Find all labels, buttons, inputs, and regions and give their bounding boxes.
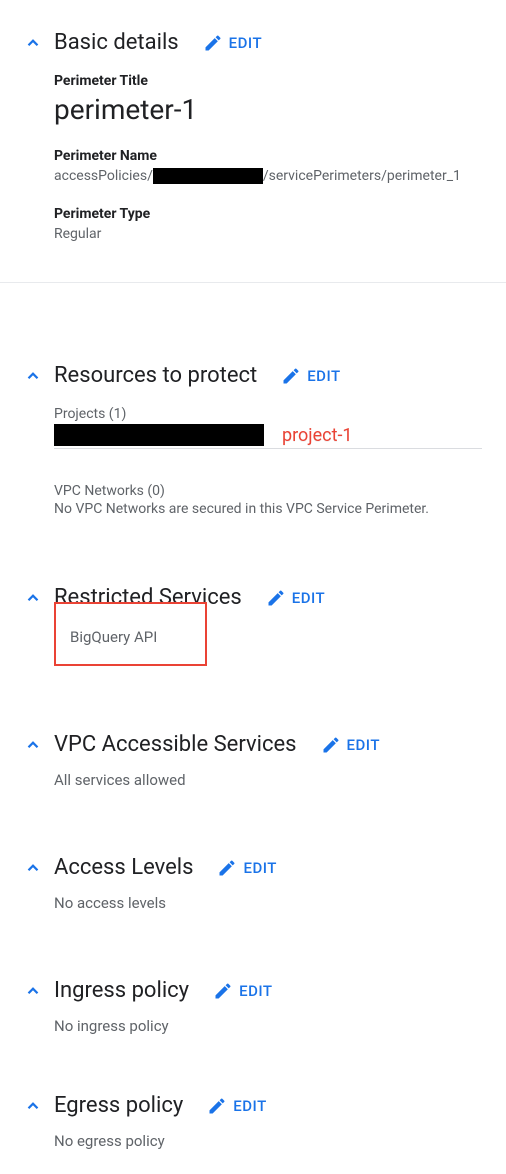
edit-access-levels-button[interactable]: EDIT [217,858,276,878]
restricted-service-item: BigQuery API [70,628,157,646]
vpc-networks-message: No VPC Networks are secured in this VPC … [54,501,482,517]
perimeter-type-label: Perimeter Type [54,206,482,222]
edit-resources-button[interactable]: EDIT [281,366,340,386]
basic-details-header[interactable]: Basic details EDIT [24,30,482,55]
edit-label: EDIT [292,589,325,607]
chevron-up-icon [24,34,42,52]
perimeter-name-prefix: accessPolicies/ [54,168,153,184]
ingress-header[interactable]: Ingress policy EDIT [24,978,482,1003]
edit-egress-button[interactable]: EDIT [207,1096,266,1116]
chevron-up-icon [24,859,42,877]
redacted-policy-id [153,168,263,184]
edit-label: EDIT [347,736,380,754]
edit-label: EDIT [243,859,276,877]
chevron-up-icon [24,367,42,385]
edit-ingress-button[interactable]: EDIT [213,981,272,1001]
ingress-title: Ingress policy [54,978,189,1003]
perimeter-type-value: Regular [54,226,482,242]
chevron-up-icon [24,1097,42,1115]
edit-label: EDIT [229,34,262,52]
vpc-accessible-message: All services allowed [24,771,482,789]
resources-title: Resources to protect [54,363,257,388]
ingress-message: No ingress policy [24,1017,482,1035]
redacted-project-id [54,424,264,446]
projects-count-label: Projects (1) [54,406,482,422]
egress-message: No egress policy [24,1132,482,1150]
pencil-icon [203,33,223,53]
edit-basic-details-button[interactable]: EDIT [203,33,262,53]
perimeter-name-label: Perimeter Name [54,148,482,164]
edit-restricted-button[interactable]: EDIT [266,588,325,608]
chevron-up-icon [24,736,42,754]
restricted-service-highlight: BigQuery API [54,602,207,666]
pencil-icon [266,588,286,608]
project-name: project-1 [282,425,353,446]
project-row: project-1 [54,424,482,449]
access-levels-header[interactable]: Access Levels EDIT [24,855,482,880]
chevron-up-icon [24,982,42,1000]
edit-label: EDIT [233,1097,266,1115]
pencil-icon [217,858,237,878]
egress-header[interactable]: Egress policy EDIT [24,1093,482,1118]
perimeter-name-suffix: /servicePerimeters/perimeter_1 [263,168,461,184]
perimeter-name-value: accessPolicies/ /servicePerimeters/perim… [54,168,482,184]
pencil-icon [213,981,233,1001]
pencil-icon [207,1096,227,1116]
pencil-icon [321,735,341,755]
access-levels-title: Access Levels [54,855,193,880]
resources-header[interactable]: Resources to protect EDIT [24,363,482,388]
edit-vpc-accessible-button[interactable]: EDIT [321,735,380,755]
vpc-accessible-title: VPC Accessible Services [54,732,297,757]
edit-label: EDIT [239,982,272,1000]
pencil-icon [281,366,301,386]
perimeter-title-label: Perimeter Title [54,73,482,89]
perimeter-title-value: perimeter-1 [54,93,482,126]
basic-details-title: Basic details [54,30,179,55]
vpc-networks-count: VPC Networks (0) [54,483,482,499]
egress-title: Egress policy [54,1093,183,1118]
edit-label: EDIT [307,367,340,385]
vpc-accessible-header[interactable]: VPC Accessible Services EDIT [24,732,482,757]
access-levels-message: No access levels [24,894,482,912]
